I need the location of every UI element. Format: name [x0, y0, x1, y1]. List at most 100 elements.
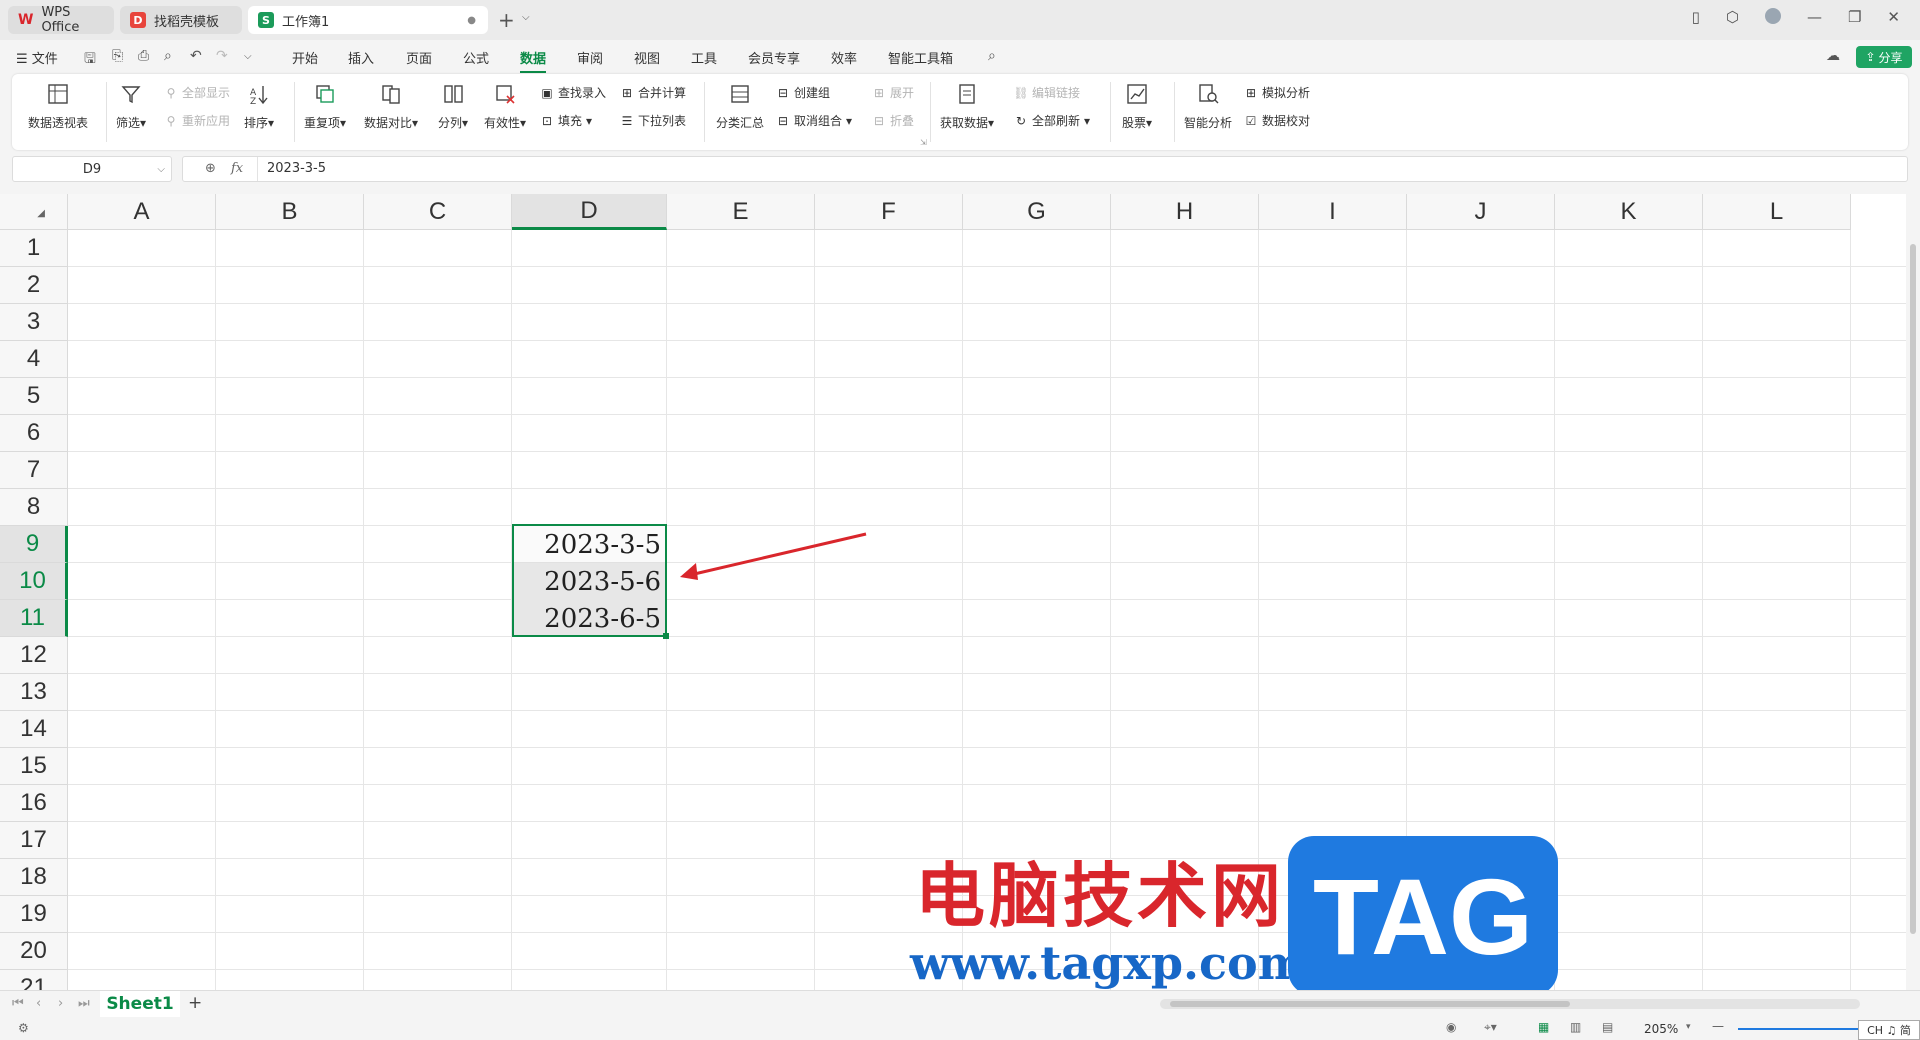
name-box[interactable]: D9 ⌵ [12, 156, 172, 182]
sheet-tab-sheet1[interactable]: Sheet1 [100, 991, 180, 1017]
duplicates-button[interactable]: 重复项▾ [304, 82, 346, 131]
collapse-button[interactable]: ⊟ 折叠 [872, 112, 914, 129]
subtotal-button[interactable]: 分类汇总 [716, 82, 764, 131]
row-header-20[interactable]: 20 [0, 933, 68, 970]
smart-analysis-button[interactable]: 智能分析 [1184, 82, 1232, 131]
column-header-k[interactable]: K [1555, 194, 1703, 230]
simulation-analysis-button[interactable]: ⊞ 模拟分析 [1244, 84, 1310, 101]
minimize-icon[interactable]: — [1807, 8, 1822, 26]
stocks-button[interactable]: 股票▾ [1122, 82, 1152, 131]
row-header-5[interactable]: 5 [0, 378, 68, 415]
row-header-12[interactable]: 12 [0, 637, 68, 674]
column-header-d[interactable]: D [512, 194, 667, 230]
sort-button[interactable]: AZ 排序▾ [244, 82, 274, 131]
undo-icon[interactable]: ↶ [190, 48, 202, 64]
prev-sheet-icon[interactable]: ‹ [36, 996, 41, 1011]
split-columns-button[interactable]: 分列▾ [438, 82, 468, 131]
refresh-all-button[interactable]: ↻ 全部刷新 ▾ [1014, 112, 1090, 129]
dialog-launcher-icon[interactable]: ⇲ [920, 138, 927, 147]
hscroll-thumb[interactable] [1170, 1001, 1570, 1007]
first-sheet-icon[interactable]: ⏮ [12, 996, 24, 1011]
name-box-chevron-icon[interactable]: ⌵ [157, 164, 165, 175]
menu-view[interactable]: 视图 [634, 48, 660, 67]
row-header-15[interactable]: 15 [0, 748, 68, 785]
tab-wps-office[interactable]: W WPS Office [8, 5, 114, 35]
row-header-7[interactable]: 7 [0, 452, 68, 489]
pivot-table-button[interactable]: 数据透视表 [28, 82, 88, 131]
redo-icon[interactable]: ↷ [216, 48, 228, 64]
menu-data[interactable]: 数据 [520, 48, 547, 73]
menu-member[interactable]: 会员专享 [748, 48, 800, 67]
row-header-4[interactable]: 4 [0, 341, 68, 378]
tab-workbook1[interactable]: S 工作簿1 ● [248, 6, 488, 34]
fx-icon[interactable]: fx [231, 161, 243, 176]
layout-icon[interactable]: ▯ [1692, 8, 1700, 26]
zoom-slider[interactable] [1738, 1028, 1858, 1030]
show-all-button[interactable]: ⚲ 全部显示 [164, 84, 230, 101]
page-break-icon[interactable]: ▤ [1602, 1020, 1613, 1034]
zoom-formula-icon[interactable]: ⊕ [205, 161, 216, 176]
column-header-g[interactable]: G [963, 194, 1111, 230]
formula-input[interactable]: ⊕ fx 2023-3-5 [182, 156, 1908, 182]
share-button[interactable]: ⇪ 分享 [1856, 46, 1912, 68]
tab-list-chevron-icon[interactable]: ⌵ [522, 12, 530, 23]
unsaved-dot-icon[interactable]: ● [467, 15, 476, 26]
select-all-corner[interactable]: ◢ [0, 194, 68, 230]
create-group-button[interactable]: ⊟ 创建组 [776, 84, 830, 101]
vertical-scrollbar[interactable] [1906, 230, 1920, 990]
zoom-out-icon[interactable]: — [1712, 1019, 1724, 1033]
cube-icon[interactable]: ⬡ [1726, 8, 1739, 26]
row-header-14[interactable]: 14 [0, 711, 68, 748]
menu-home[interactable]: 开始 [292, 48, 318, 67]
row-header-16[interactable]: 16 [0, 785, 68, 822]
focus-mode-icon[interactable]: ⌖▾ [1484, 1020, 1497, 1035]
ime-indicator[interactable]: CH ♫ 简 [1858, 1020, 1920, 1040]
filter-button[interactable]: 筛选▾ [116, 82, 146, 131]
new-tab-plus-icon[interactable]: + [498, 8, 515, 32]
print-icon[interactable]: ⎙ [138, 48, 149, 64]
row-header-13[interactable]: 13 [0, 674, 68, 711]
reapply-button[interactable]: ⚲ 重新应用 [164, 112, 230, 129]
horizontal-scrollbar[interactable] [1160, 999, 1860, 1009]
fill-button[interactable]: ⊡ 填充 ▾ [540, 112, 592, 129]
column-header-j[interactable]: J [1407, 194, 1555, 230]
restore-icon[interactable]: ❐ [1848, 8, 1861, 26]
edit-links-button[interactable]: ⛓ 编辑链接 [1013, 84, 1080, 101]
normal-view-icon[interactable]: ▦ [1538, 1020, 1549, 1034]
page-layout-icon[interactable]: ▥ [1570, 1020, 1581, 1034]
eye-protection-icon[interactable]: ◉ [1446, 1020, 1456, 1034]
expand-button[interactable]: ⊞ 展开 [872, 84, 914, 101]
data-check-button[interactable]: ☑ 数据校对 [1244, 112, 1310, 129]
column-header-h[interactable]: H [1111, 194, 1259, 230]
column-header-c[interactable]: C [364, 194, 512, 230]
zoom-level[interactable]: 205% [1644, 1022, 1678, 1036]
column-header-i[interactable]: I [1259, 194, 1407, 230]
fill-handle[interactable] [663, 633, 669, 639]
menu-page[interactable]: 页面 [406, 48, 432, 67]
row-header-8[interactable]: 8 [0, 489, 68, 526]
save-icon[interactable]: 🖫 [84, 48, 96, 72]
last-sheet-icon[interactable]: ⏭ [78, 996, 90, 1011]
search-icon[interactable]: ⌕ [988, 48, 996, 64]
lookup-entry-button[interactable]: ▣ 查找录入 [540, 84, 606, 101]
ungroup-button[interactable]: ⊟ 取消组合 ▾ [776, 112, 852, 129]
get-data-button[interactable]: 获取数据▾ [940, 82, 994, 131]
row-header-6[interactable]: 6 [0, 415, 68, 452]
print-preview-icon[interactable]: ⌕ [164, 48, 172, 64]
column-header-a[interactable]: A [68, 194, 216, 230]
close-icon[interactable]: ✕ [1887, 8, 1900, 26]
validity-button[interactable]: 有效性▾ [484, 82, 526, 131]
menu-smart-toolbox[interactable]: 智能工具箱 [888, 48, 953, 67]
tab-docer-templates[interactable]: D 找稻壳模板 [120, 6, 242, 34]
next-sheet-icon[interactable]: › [58, 996, 63, 1011]
row-header-1[interactable]: 1 [0, 230, 68, 267]
zoom-chevron-icon[interactable]: ▾ [1686, 1022, 1691, 1032]
row-header-18[interactable]: 18 [0, 859, 68, 896]
row-header-2[interactable]: 2 [0, 267, 68, 304]
scrollbar-thumb[interactable] [1910, 244, 1916, 934]
row-header-10[interactable]: 10 [0, 563, 68, 600]
row-header-11[interactable]: 11 [0, 600, 68, 637]
column-header-e[interactable]: E [667, 194, 815, 230]
row-header-17[interactable]: 17 [0, 822, 68, 859]
menu-tools[interactable]: 工具 [691, 48, 717, 67]
